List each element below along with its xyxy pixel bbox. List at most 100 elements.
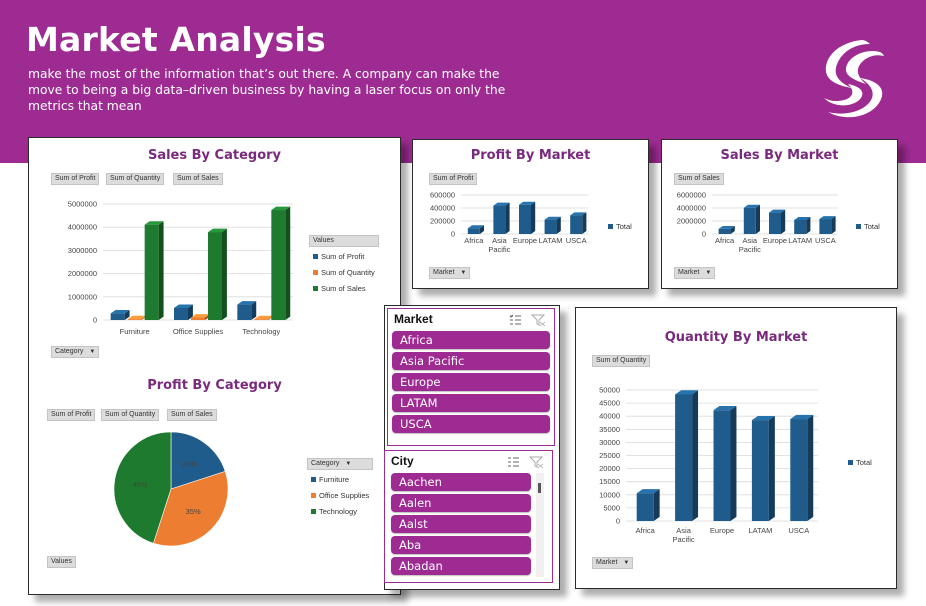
- market-slicer-item-usca[interactable]: USCA: [392, 415, 550, 433]
- bar: [493, 202, 510, 234]
- legend-label: Technology: [319, 507, 357, 516]
- x-tick-label: USCA: [788, 526, 809, 535]
- y-tick-label: 45000: [599, 399, 620, 408]
- bar: [743, 204, 760, 234]
- slicer-toolbar: [508, 456, 544, 469]
- city-slicer-item-aachen[interactable]: Aachen: [391, 473, 531, 491]
- x-tick-label: LATAM: [788, 236, 812, 245]
- x-tick-label: LATAM: [748, 526, 772, 535]
- city-slicer: City Aachen Aalen Aalst Aba Abadan: [384, 450, 553, 583]
- city-slicer-item-aalen[interactable]: Aalen: [391, 494, 531, 512]
- market-slicer-item-africa[interactable]: Africa: [392, 331, 550, 349]
- scrollbar-thumb[interactable]: [538, 483, 541, 493]
- legend-swatch: [311, 509, 316, 514]
- bar: [467, 225, 484, 234]
- subtitle-line: metrics that mean: [28, 99, 142, 113]
- y-tick-label: 25000: [599, 451, 620, 460]
- bar: [570, 212, 587, 234]
- x-tick-label: Europe: [710, 526, 734, 535]
- legend-label: Total: [864, 222, 880, 231]
- bar: [675, 390, 699, 521]
- market-slicer-item-europe[interactable]: Europe: [392, 373, 550, 391]
- category-charts-panel: Sales By Category Sum of Profit Sum of Q…: [28, 137, 401, 595]
- legend-swatch: [848, 460, 853, 465]
- legend-label: Total: [616, 222, 632, 231]
- dropdown-arrow-icon: ▼: [345, 461, 352, 467]
- city-slicer-item-aba[interactable]: Aba: [391, 536, 531, 554]
- page-title: Market Analysis: [26, 20, 326, 59]
- bar: [544, 216, 561, 234]
- dropdown-arrow-icon: ▼: [705, 270, 712, 276]
- quantity-by-market-chart: 0 5000 10000 15000 20000 25000 30000 35000 40000…: [599, 386, 872, 545]
- x-tick-label: Africa: [715, 236, 735, 245]
- city-slicer-item-abadan[interactable]: Abadan: [391, 557, 531, 575]
- market-axis-button[interactable]: Market ▼: [674, 267, 716, 279]
- x-tick-label: USCA: [566, 236, 587, 245]
- x-tick-label: LATAM: [539, 236, 563, 245]
- subtitle-line: move to being a big data–driven business…: [28, 83, 506, 97]
- legend-swatch: [608, 224, 613, 229]
- y-tick-label: 15000: [599, 477, 620, 486]
- market-slicer-item-asia-pacific[interactable]: Asia Pacific: [392, 352, 550, 370]
- y-tick-label: 200000: [430, 217, 455, 226]
- bar: [790, 414, 814, 521]
- dropdown-arrow-icon: ▼: [460, 270, 467, 276]
- slicer-panel: Market Africa Asia Pacific Europe LATAM …: [384, 305, 560, 590]
- bar: [713, 406, 737, 521]
- y-tick-label: 10000: [599, 490, 620, 499]
- profit-by-market-panel: Profit By Market Sum of Profit 0 200000 40…: [412, 139, 649, 289]
- market-axis-label: Market: [433, 269, 455, 276]
- bar: [794, 217, 811, 234]
- y-tick-label: 0: [702, 230, 706, 239]
- subtitle-line: make the most of the information that’s …: [28, 67, 500, 81]
- quantity-by-market-panel: Quantity By Market Sum of Quantity 0 5000…: [575, 307, 897, 589]
- page-subtitle: make the most of the information that’s …: [28, 66, 506, 114]
- x-tick-label: Africa: [636, 526, 656, 535]
- y-tick-label: 0: [451, 230, 455, 239]
- bar: [819, 216, 836, 234]
- market-axis-button[interactable]: Market ▼: [429, 267, 471, 279]
- bar: [519, 201, 536, 234]
- pie-data-label: 20%: [182, 460, 197, 469]
- pie-data-label: 45%: [133, 480, 148, 489]
- clear-filter-icon[interactable]: [530, 314, 546, 327]
- city-slicer-item-aalst[interactable]: Aalst: [391, 515, 531, 533]
- y-tick-label: 30000: [599, 438, 620, 447]
- legend-label: Total: [856, 458, 872, 467]
- x-tick-label: USCA: [815, 236, 836, 245]
- pie-data-label: 35%: [186, 507, 201, 516]
- y-tick-label: 6000000: [677, 191, 706, 200]
- multi-select-icon[interactable]: [508, 457, 519, 467]
- market-slicer: Market Africa Asia Pacific Europe LATAM …: [387, 308, 555, 446]
- dashboard-page: Market Analysis make the most of the inf…: [0, 0, 926, 606]
- y-tick-label: 40000: [599, 412, 620, 421]
- multi-select-icon[interactable]: [509, 314, 521, 325]
- city-slicer-scrollbar[interactable]: [536, 473, 544, 577]
- x-tick-label: Europe: [513, 236, 537, 245]
- brand-logo-icon: [824, 40, 884, 118]
- legend-swatch: [856, 224, 861, 229]
- bar: [718, 225, 735, 234]
- bar: [769, 209, 786, 234]
- slicer-toolbar: [509, 314, 546, 327]
- market-axis-button[interactable]: Market ▼: [592, 557, 634, 569]
- clear-filter-icon[interactable]: [528, 456, 544, 469]
- x-tick-label: Asia: [743, 236, 758, 245]
- values-button[interactable]: Values: [47, 556, 76, 568]
- legend-swatch: [311, 493, 316, 498]
- category-legend-label: Category: [311, 460, 340, 467]
- market-slicer-header: Market: [394, 312, 433, 326]
- x-tick-label: Europe: [763, 236, 787, 245]
- legend-swatch: [311, 477, 316, 482]
- city-slicer-header: City: [391, 454, 414, 468]
- category-legend-button[interactable]: Category ▼: [307, 458, 373, 470]
- x-tick-label: Asia: [492, 236, 507, 245]
- x-tick-label: Pacific: [673, 535, 695, 544]
- y-tick-label: 4000000: [677, 204, 706, 213]
- y-tick-label: 5000: [603, 503, 620, 512]
- market-axis-label: Market: [678, 269, 700, 276]
- y-tick-label: 600000: [430, 191, 455, 200]
- dropdown-arrow-icon: ▼: [623, 560, 630, 566]
- market-slicer-item-latam[interactable]: LATAM: [392, 394, 550, 412]
- y-tick-label: 20000: [599, 464, 620, 473]
